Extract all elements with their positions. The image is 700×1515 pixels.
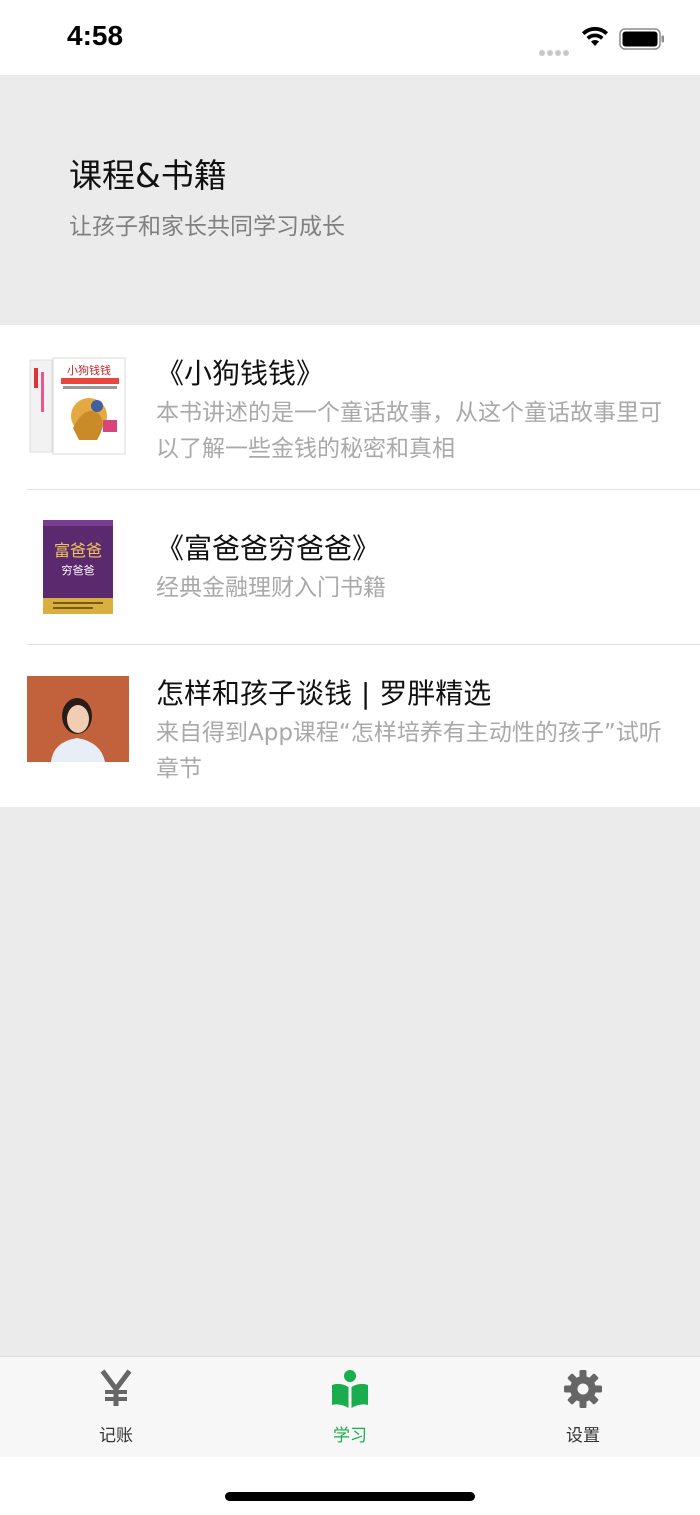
tab-jizhang[interactable]: 记账 [56, 1357, 176, 1457]
item-description: 本书讲述的是一个童话故事，从这个童话故事里可以了解一些金钱的秘密和真相 [156, 400, 662, 462]
book-icon [332, 1370, 368, 1408]
book-cover-xiaogouqianqian: 小狗钱钱 [29, 357, 126, 455]
tab-label: 记账 [99, 1426, 133, 1446]
cover-text-top: 富爸爸 [54, 541, 102, 560]
item-description: 来自得到App课程“怎样培养有主动性的孩子”试听章节 [156, 720, 662, 782]
home-indicator[interactable] [225, 1492, 475, 1501]
tab-label: 设置 [566, 1426, 600, 1446]
tab-label: 学习 [333, 1426, 367, 1446]
gear-icon [564, 1370, 602, 1408]
item-title: 《富爸爸穷爸爸》 [156, 532, 381, 565]
battery-icon [619, 28, 664, 50]
list-item[interactable]: 小狗钱钱 《小狗钱钱》 本书讲述的是一个童话故事，从这个童话故事里可以了解一些金… [0, 325, 700, 489]
yen-icon [100, 1369, 132, 1406]
list-item[interactable]: 怎样和孩子谈钱 | 罗胖精选 来自得到App课程“怎样培养有主动性的孩子”试听章… [0, 645, 700, 807]
home-indicator-area [0, 1457, 700, 1515]
tab-xuexi[interactable]: 学习 [290, 1357, 410, 1457]
book-cover-fubaba: 富爸爸 穷爸爸 [43, 520, 113, 614]
item-description: 经典金融理财入门书籍 [156, 575, 386, 601]
cover-text: 小狗钱钱 [67, 363, 111, 377]
page-header: 课程&书籍 让孩子和家长共同学习成长 [0, 75, 700, 325]
cover-text-bottom: 穷爸爸 [62, 563, 95, 577]
course-cover-photo [27, 676, 129, 762]
list-item[interactable]: 富爸爸 穷爸爸 《富爸爸穷爸爸》 经典金融理财入门书籍 [0, 490, 700, 644]
wifi-icon [582, 26, 608, 46]
cellular-signal-icon [539, 41, 571, 60]
status-time: 4:58 [67, 20, 124, 51]
course-book-list: 小狗钱钱 《小狗钱钱》 本书讲述的是一个童话故事，从这个童话故事里可以了解一些金… [0, 325, 700, 807]
tab-shezhi[interactable]: 设置 [523, 1357, 643, 1457]
item-title: 怎样和孩子谈钱 | 罗胖精选 [156, 677, 492, 710]
status-bar: 4:58 [0, 0, 700, 75]
tab-bar: 记账 学习 设置 [0, 1356, 700, 1457]
item-title: 《小狗钱钱》 [156, 357, 325, 390]
page-title: 课程&书籍 [69, 156, 227, 195]
page-subtitle: 让孩子和家长共同学习成长 [69, 214, 345, 240]
